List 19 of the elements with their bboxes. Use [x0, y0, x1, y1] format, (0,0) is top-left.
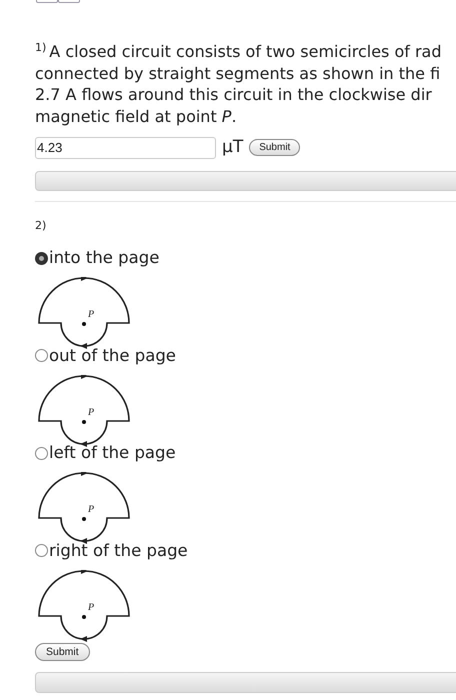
- circuit-drawing: P: [37, 472, 133, 544]
- option-label: into the page: [49, 248, 160, 268]
- question-text: magnetic field at point P.: [35, 106, 237, 127]
- question-text: connected by straight segments as shown in the fi: [35, 62, 440, 84]
- radio-button[interactable]: [35, 446, 48, 460]
- question-number: 1): [35, 41, 46, 55]
- circuit-drawing: P: [37, 374, 133, 446]
- question-number: 2): [35, 218, 48, 234]
- answer-field[interactable]: 4.23: [35, 136, 216, 159]
- question-text: A closed circuit consists of two semicircles of rad: [49, 41, 442, 62]
- radio-button[interactable]: [35, 252, 48, 264]
- submit-button[interactable]: Submit: [249, 139, 300, 156]
- unit-label: μT: [222, 136, 244, 159]
- circuit-drawing: P: [37, 277, 133, 349]
- radio-button[interactable]: [35, 544, 48, 557]
- question-text: 2.7 A flows around this circuit in the clockwise dir: [35, 84, 432, 106]
- circuit-drawing: P: [37, 570, 133, 642]
- radio-button[interactable]: [35, 349, 48, 362]
- submit-button[interactable]: Submit: [35, 643, 90, 661]
